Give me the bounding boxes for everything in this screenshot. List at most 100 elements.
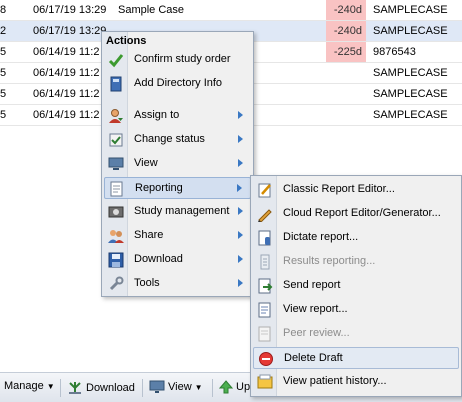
menu-item-label: Download (134, 253, 183, 265)
study-date: 06/14/19 11:2 (33, 109, 100, 121)
checkmark-icon (108, 54, 124, 68)
menu-item-label: View report... (283, 303, 348, 315)
submenu-arrow-icon (238, 135, 243, 143)
dictate-icon (258, 230, 271, 246)
menu-item-view-patient-history[interactable]: View patient history... (253, 371, 459, 393)
menu-item-label: Delete Draft (284, 352, 343, 364)
row-number: 5 (0, 46, 7, 58)
menu-item-label: Study management (134, 205, 230, 217)
status-icon (109, 133, 123, 147)
patient-id: SAMPLECASE (373, 25, 448, 37)
manage-button[interactable]: Manage ▼ (4, 380, 55, 392)
menu-item-study-management[interactable]: Study management (104, 201, 251, 223)
study-date: 06/17/19 13:29 (33, 4, 107, 16)
monitor-icon (149, 380, 165, 393)
actions-menu-title: Actions (106, 35, 147, 47)
menu-item-assign-to[interactable]: Assign to (104, 105, 251, 127)
menu-item-label: Reporting (135, 182, 183, 194)
download-disk-icon (108, 252, 124, 268)
patient-id: SAMPLECASE (373, 67, 448, 79)
menu-item-tools[interactable]: Tools (104, 273, 251, 295)
study-date: 06/14/19 11:2 (33, 46, 100, 58)
submenu-arrow-icon (238, 159, 243, 167)
submenu-arrow-icon (238, 207, 243, 215)
days-overdue-badge: -240d (326, 21, 366, 41)
toolbar-divider (60, 379, 61, 397)
study-description: Sample Case (118, 4, 185, 16)
delete-draft-icon (259, 352, 273, 366)
cloud-editor-pencil-icon (258, 209, 272, 222)
patient-id: SAMPLECASE (373, 4, 448, 16)
row-number: 2 (0, 25, 7, 37)
study-management-icon (108, 206, 124, 218)
menu-item-classic-report-editor[interactable]: Classic Report Editor... (253, 179, 459, 201)
patient-history-icon (257, 374, 273, 389)
share-users-icon (108, 230, 124, 243)
menu-item-label: Classic Report Editor... (283, 183, 395, 195)
assign-user-icon (109, 109, 123, 123)
download-icon (69, 382, 81, 394)
menu-item-download[interactable]: Download (104, 249, 251, 271)
row-number: 5 (0, 67, 7, 79)
download-label: Download (86, 382, 135, 394)
menu-item-label: Assign to (134, 109, 180, 121)
days-overdue-badge: -240d (326, 0, 366, 20)
menu-item-label: Cloud Report Editor/Generator... (283, 207, 441, 219)
view-button[interactable]: View ▼ (149, 380, 203, 394)
menu-item-send-report[interactable]: Send report (253, 275, 459, 297)
download-button[interactable]: Download (67, 380, 135, 396)
send-report-icon (258, 278, 273, 294)
menu-item-view-report[interactable]: View report... (253, 299, 459, 321)
menu-item-share[interactable]: Share (104, 225, 251, 247)
menu-item-label: Results reporting... (283, 255, 376, 267)
days-overdue-badge: -225d (326, 42, 366, 62)
view-report-icon (258, 302, 271, 318)
menu-item-results-reporting[interactable]: Results reporting... (253, 251, 459, 273)
row-number: 8 (0, 4, 7, 16)
patient-id: 9876543 (373, 46, 416, 58)
results-report-icon (260, 254, 270, 270)
menu-item-cloud-report-editor[interactable]: Cloud Report Editor/Generator... (253, 203, 459, 225)
up-label: Up (236, 381, 251, 393)
chevron-down-icon: ▼ (46, 381, 55, 391)
menu-item-label: Share (134, 229, 164, 241)
menu-item-label: Confirm study order (134, 53, 231, 65)
menu-item-label: View (134, 157, 158, 169)
submenu-arrow-icon (238, 231, 243, 239)
classic-editor-icon (258, 183, 271, 198)
menu-item-label: Tools (134, 277, 160, 289)
menu-item-reporting[interactable]: Reporting (104, 177, 251, 199)
submenu-arrow-icon (238, 111, 243, 119)
submenu-arrow-icon (238, 255, 243, 263)
study-date: 06/17/19 13:29 (33, 25, 107, 37)
study-date: 06/14/19 11:2 (33, 67, 100, 79)
menu-item-label: Send report (283, 279, 341, 291)
submenu-arrow-icon (237, 184, 242, 192)
study-date: 06/14/19 11:2 (33, 88, 100, 100)
menu-item-view[interactable]: View (104, 153, 251, 175)
row-number: 5 (0, 88, 7, 100)
up-button[interactable]: Up (219, 380, 250, 394)
toolbar-divider (212, 379, 213, 397)
actions-menu: Actions Confirm study order Add Director… (101, 31, 254, 297)
menu-item-label: View patient history... (283, 375, 387, 387)
menu-item-label: Peer review... (283, 327, 350, 339)
menu-item-add-directory-info[interactable]: Add Directory Info (104, 73, 251, 95)
patient-id: SAMPLECASE (373, 88, 448, 100)
menu-item-peer-review[interactable]: Peer review... (253, 323, 459, 345)
submenu-arrow-icon (238, 279, 243, 287)
patient-id: SAMPLECASE (373, 109, 448, 121)
chevron-down-icon: ▼ (194, 382, 203, 392)
menu-item-confirm-study-order[interactable]: Confirm study order (104, 49, 251, 71)
menu-item-change-status[interactable]: Change status (104, 129, 251, 151)
up-arrow-icon (219, 380, 233, 394)
menu-item-delete-draft[interactable]: Delete Draft (253, 347, 459, 369)
table-row[interactable]: 8 06/17/19 13:29 Sample Case -240d SAMPL… (0, 0, 462, 21)
reporting-submenu: Classic Report Editor... Cloud Report Ed… (250, 175, 462, 397)
menu-item-label: Add Directory Info (134, 77, 223, 89)
menu-item-dictate-report[interactable]: Dictate report... (253, 227, 459, 249)
view-label: View (168, 381, 192, 393)
menu-item-label: Change status (134, 133, 205, 145)
menu-item-label: Dictate report... (283, 231, 359, 243)
directory-book-icon (110, 76, 122, 92)
